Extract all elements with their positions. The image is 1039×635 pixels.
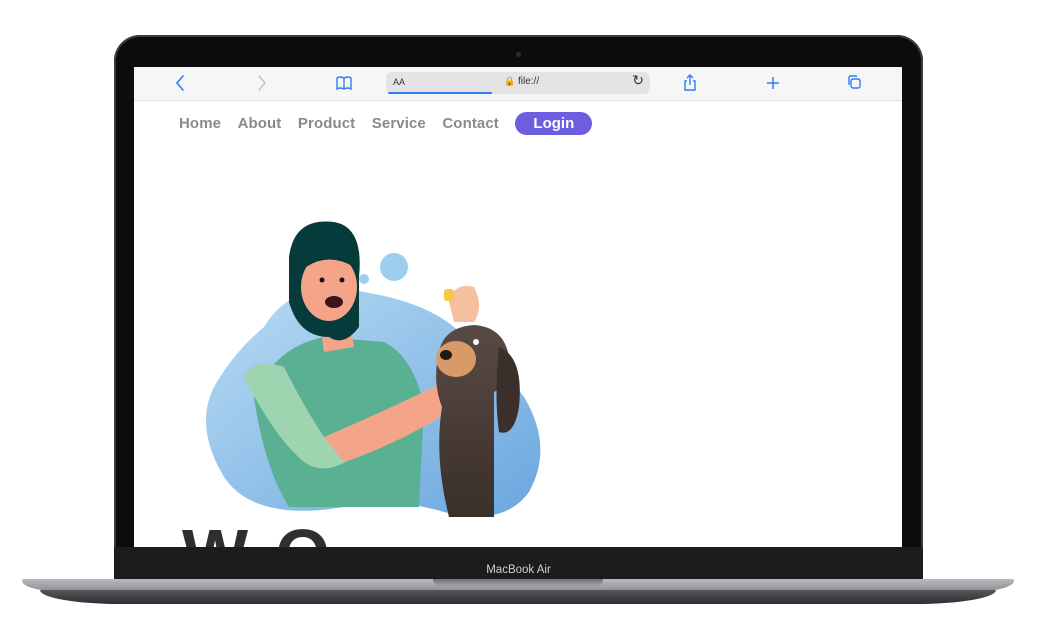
- dog-eye: [473, 339, 479, 345]
- dog-nose: [440, 350, 452, 360]
- lock-icon: 🔒: [504, 76, 516, 86]
- browser-toolbar: AA 🔒 file:// ↻: [134, 67, 902, 101]
- chevron-right-icon[interactable]: [256, 73, 268, 98]
- reader-button[interactable]: AA: [393, 77, 405, 87]
- reload-icon[interactable]: ↻: [632, 73, 644, 89]
- laptop-base-bottom: [40, 590, 996, 604]
- plus-icon[interactable]: [765, 73, 781, 98]
- main-nav: Home About Product Service Contact Login: [179, 110, 593, 136]
- nav-contact[interactable]: Contact: [442, 115, 499, 132]
- load-progress: [388, 92, 492, 94]
- woman-mouth: [325, 296, 343, 308]
- book-icon[interactable]: [335, 73, 353, 98]
- bubble: [359, 274, 369, 284]
- bubble: [380, 253, 408, 281]
- nav-about[interactable]: About: [238, 115, 282, 132]
- dog-muzzle: [436, 341, 476, 377]
- nav-service[interactable]: Service: [372, 115, 426, 132]
- woman-eye: [319, 277, 325, 283]
- chevron-left-icon[interactable]: [174, 73, 186, 98]
- screen: AA 🔒 file:// ↻ Home About Product Servic…: [134, 67, 902, 547]
- share-icon[interactable]: [682, 73, 698, 98]
- nav-product[interactable]: Product: [298, 115, 355, 132]
- ear-drop-bottle: [444, 289, 454, 301]
- url-text: 🔒 file://: [504, 76, 539, 87]
- nav-home[interactable]: Home: [179, 115, 221, 132]
- laptop-chin: MacBook Air: [114, 547, 923, 581]
- device-label: MacBook Air: [486, 564, 551, 576]
- url-value: file://: [518, 76, 540, 87]
- hero-illustration: [206, 221, 541, 517]
- address-bar[interactable]: AA 🔒 file:// ↻: [386, 72, 650, 94]
- laptop-notch: [433, 579, 603, 586]
- login-button[interactable]: Login: [515, 111, 593, 135]
- tabs-icon[interactable]: [846, 73, 864, 98]
- camera: [516, 52, 521, 57]
- woman-eye: [339, 277, 345, 283]
- hero-heading-partial: W O: [182, 519, 334, 547]
